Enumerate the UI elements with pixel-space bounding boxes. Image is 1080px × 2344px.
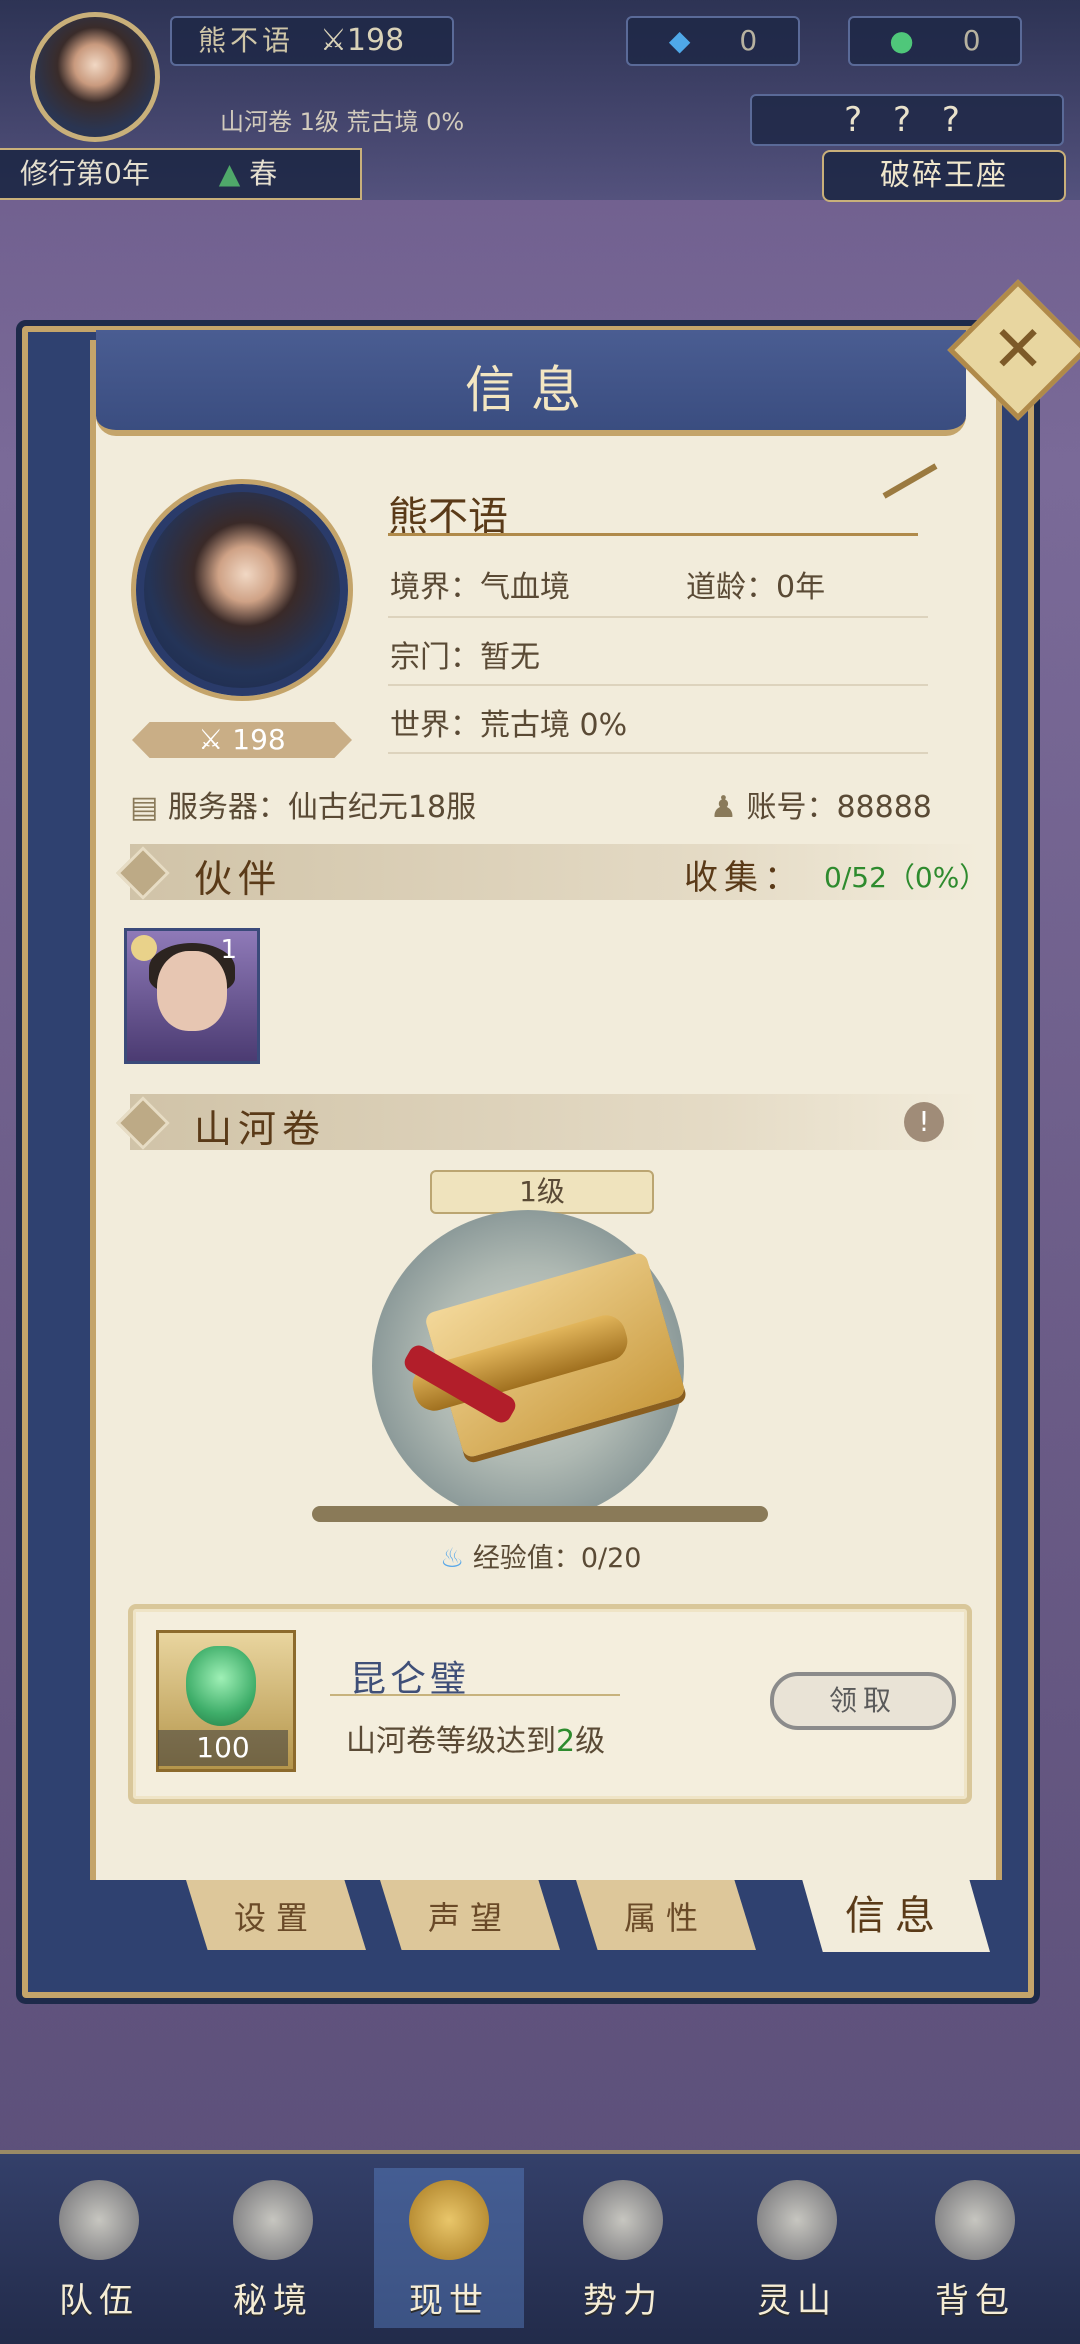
jade-pendant-icon — [186, 1646, 256, 1726]
nav-label: 现世 — [409, 2281, 489, 2321]
profile-power-badge: ⚔ 198 — [132, 722, 352, 758]
player-name-bar: 熊不语 ⚔198 — [170, 16, 454, 66]
server-icon: ▤ — [130, 790, 159, 825]
account-label: 账号： — [746, 790, 837, 825]
exp-value: 0/20 — [580, 1543, 642, 1574]
account-icon: ♟ — [710, 790, 737, 825]
jade-icon: ● — [889, 24, 914, 57]
server-value: 仙古纪元18服 — [287, 790, 477, 825]
nav-present-world[interactable]: 现世 — [374, 2168, 524, 2328]
account-row: ♟ 账号：88888 — [710, 782, 932, 826]
partners-title: 伙伴 — [194, 857, 283, 901]
unknown-indicator[interactable]: ? ? ? — [750, 94, 1064, 146]
partner-count: 1 — [220, 935, 237, 965]
currency-crystal[interactable]: ◆ 0 — [626, 16, 800, 66]
close-icon: ✕ — [991, 313, 1045, 387]
nav-label: 秘境 — [233, 2281, 313, 2321]
server-row: ▤ 服务器：仙古纪元18服 — [130, 782, 476, 826]
nav-spirit-mountain[interactable]: 灵山 — [722, 2168, 872, 2328]
age-value: 0年 — [776, 570, 826, 605]
tree-icon: ▲ — [218, 157, 241, 190]
exp-label: 经验值： — [472, 1543, 581, 1574]
world-label: 世界： — [390, 708, 480, 743]
flame-icon: ♨ — [440, 1543, 465, 1574]
mountain-icon — [757, 2180, 837, 2260]
partner-card[interactable]: 1 — [124, 928, 260, 1064]
nav-backpack[interactable]: 背包 — [900, 2168, 1050, 2328]
season-label: 春 — [249, 157, 278, 190]
reward-underline — [330, 1694, 620, 1696]
reward-desc-prefix: 山河卷等级达到 — [346, 1724, 556, 1759]
tab-attributes[interactable]: 属性 — [576, 1880, 756, 1950]
scroll-realm-info: 山河卷 1级 荒古境 0% — [220, 108, 465, 136]
age-row: 道龄：0年 — [686, 562, 825, 606]
tab-reputation[interactable]: 声望 — [380, 1880, 560, 1950]
collect-value: 0/52（0%） — [824, 861, 988, 894]
claim-button[interactable]: 领取 — [770, 1672, 956, 1730]
currency-jade[interactable]: ● 0 — [848, 16, 1022, 66]
exp-row: ♨ 经验值：0/20 — [440, 1536, 641, 1575]
profile-portrait — [136, 484, 348, 696]
bag-icon — [935, 2180, 1015, 2260]
tab-settings[interactable]: 设置 — [186, 1880, 366, 1950]
temple-icon — [583, 2180, 663, 2260]
realm-value: 气血境 — [480, 570, 570, 605]
collect-label: 收集： — [684, 858, 804, 898]
panel-title: 信息 — [465, 361, 597, 419]
nav-label: 队伍 — [59, 2281, 139, 2321]
cultivation-year: 修行第0年 — [20, 157, 150, 190]
realm-row: 境界：气血境 — [390, 562, 570, 606]
divider — [388, 616, 928, 618]
nav-forces[interactable]: 势力 — [548, 2168, 698, 2328]
server-label: 服务器： — [167, 790, 288, 825]
scroll-map-icon — [409, 2180, 489, 2260]
nav-secret-realm[interactable]: 秘境 — [198, 2168, 348, 2328]
info-icon[interactable]: ! — [904, 1102, 944, 1142]
world-value: 荒古境 0% — [480, 708, 628, 743]
world-row: 世界：荒古境 0% — [390, 700, 627, 744]
sect-row: 宗门：暂无 — [390, 632, 540, 676]
reward-description: 山河卷等级达到2级 — [346, 1716, 605, 1760]
realm-label: 境界： — [390, 570, 480, 605]
power-value: ⚔198 — [320, 23, 405, 58]
jade-count: 0 — [962, 24, 981, 57]
age-label: 道龄： — [686, 570, 776, 605]
player-name: 熊不语 — [198, 24, 295, 57]
cultivation-year-bar: 修行第0年 ▲ 春 — [0, 148, 362, 200]
scroll-level: 1级 — [430, 1170, 654, 1214]
divider — [388, 752, 928, 754]
helmet-icon — [59, 2180, 139, 2260]
crystal-icon: ◆ — [668, 24, 691, 57]
nav-label: 灵山 — [757, 2281, 837, 2321]
reward-desc-suffix: 级 — [575, 1724, 606, 1759]
scroll-title: 山河卷 — [194, 1107, 327, 1151]
partner-face — [157, 951, 227, 1031]
player-avatar[interactable] — [30, 12, 160, 142]
exp-progress-bar — [312, 1506, 768, 1522]
broken-throne-button[interactable]: 破碎王座 — [822, 150, 1066, 202]
tab-info[interactable]: 信息 — [800, 1872, 990, 1952]
reward-desc-level: 2 — [556, 1724, 576, 1759]
account-value: 88888 — [836, 790, 932, 825]
nav-team[interactable]: 队伍 — [24, 2168, 174, 2328]
nav-label: 势力 — [583, 2281, 663, 2321]
divider — [388, 684, 928, 686]
reward-item-count: 100 — [158, 1730, 288, 1766]
name-underline — [388, 533, 918, 536]
profile-power-value: 198 — [232, 723, 286, 756]
sect-label: 宗门： — [390, 640, 480, 675]
crystal-count: 0 — [739, 24, 758, 57]
power-number: 198 — [346, 23, 405, 58]
nav-label: 背包 — [935, 2281, 1015, 2321]
scroll-section-header: 山河卷 — [116, 1094, 980, 1151]
sect-value: 暂无 — [480, 640, 540, 675]
swirl-icon — [233, 2180, 313, 2260]
